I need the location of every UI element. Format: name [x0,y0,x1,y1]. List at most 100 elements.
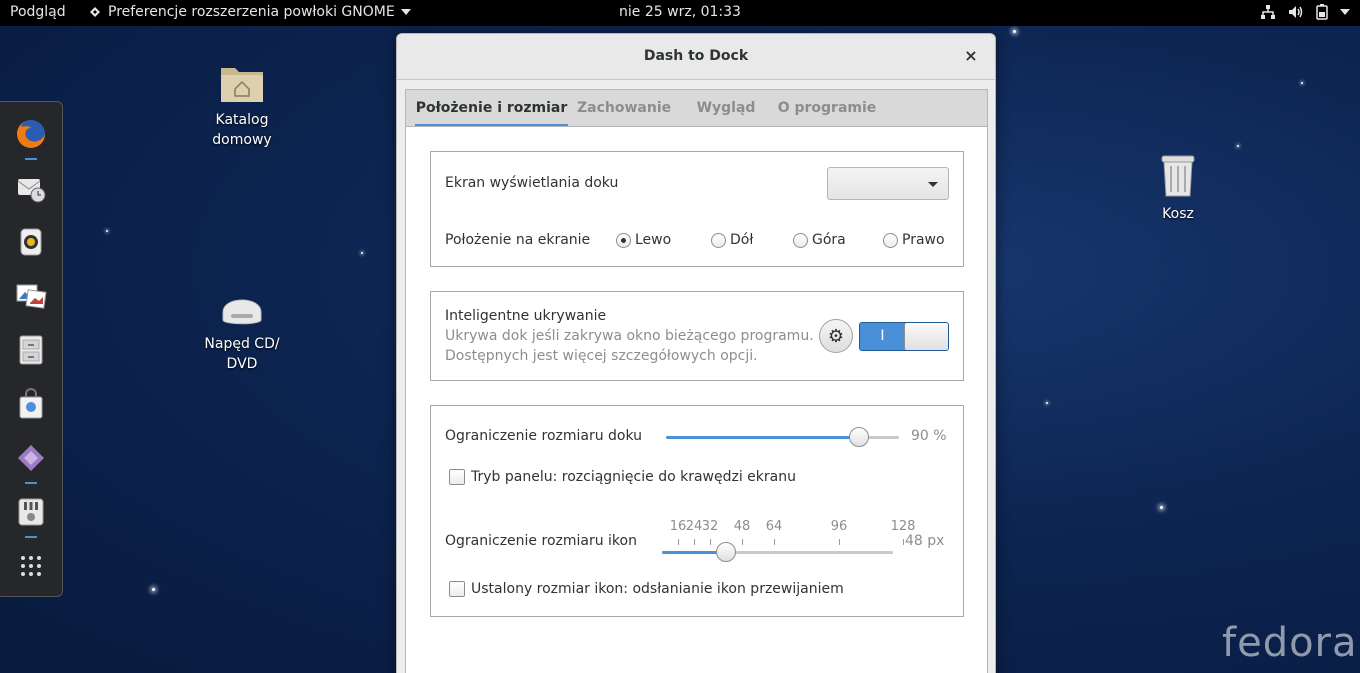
desktop-icon-label: Kosz [1162,206,1194,222]
radio-bottom[interactable]: Dół [711,232,753,248]
switch-on-label: I [880,328,885,344]
desktop-icon-label: Napęd CD/ DVD [204,336,280,372]
dock-item-photos[interactable] [13,278,49,314]
slider-fill [666,436,859,439]
star [1301,82,1303,84]
dock-item-firefox[interactable] [13,116,49,160]
radio-indicator [883,232,898,248]
icon-size-mark-label: 64 [765,519,783,534]
app-menu[interactable]: Preferencje rozszerzenia powłoki GNOME [88,4,411,20]
icon-size-tick [694,539,695,545]
close-button[interactable]: × [961,46,981,66]
titlebar[interactable]: Dash to Dock × [397,34,995,80]
tab-appearance[interactable]: Wygląd [690,90,762,127]
checkbox-box [449,581,465,597]
photos-icon [16,284,47,309]
dock-size-slider[interactable] [666,427,899,447]
star [152,588,155,591]
show-apps-icon [21,556,41,576]
slider-handle[interactable] [716,542,736,562]
trash-icon [1161,155,1195,197]
firefox-icon [17,120,45,148]
dock-item-mail[interactable] [13,170,49,206]
files-cabinet-icon [19,335,43,365]
desktop-icon-trash[interactable]: Kosz [1123,154,1233,224]
chevron-down-icon [400,9,411,15]
show-apps-button[interactable] [13,548,49,584]
star [1013,30,1016,33]
dock-item-software[interactable] [13,386,49,422]
icon-size-slider[interactable] [662,542,893,562]
star [1046,402,1048,404]
autohide-desc: Ukrywa dok jeśli zakrywa okno bieżącego … [445,328,814,344]
checkbox-label: Ustalony rozmiar ikon: odsłanianie ikon … [471,581,844,597]
radio-label: Góra [812,232,846,248]
icon-size-mark-label: 96 [830,519,848,534]
autohide-title: Inteligentne ukrywanie [445,308,607,324]
software-bag-icon [19,388,43,419]
chevron-down-icon [928,182,938,187]
dock-item-rhythmbox[interactable] [13,224,49,260]
star [106,230,108,232]
checkbox-label: Tryb panelu: rozciągnięcie do krawędzi e… [471,469,796,485]
battery-icon [1316,4,1328,20]
dock [0,101,63,597]
dock-size-value: 90 % [911,428,947,444]
panel-mode-checkbox[interactable]: Tryb panelu: rozciągnięcie do krawędzi e… [449,469,796,485]
window-title: Dash to Dock [643,48,749,64]
icon-size-tick [710,539,711,545]
autohide-settings-button[interactable]: ⚙ [819,319,853,353]
top-bar: Podgląd Preferencje rozszerzenia powłoki… [0,0,1360,26]
size-frame: Ograniczenie rozmiaru doku 90 % Tryb pan… [430,405,964,617]
mail-clock-icon [17,179,46,203]
icon-size-tick [839,539,840,545]
position-frame: Ekran wyświetlania doku Położenie na ekr… [430,151,964,267]
fixed-icon-size-checkbox[interactable]: Ustalony rozmiar ikon: odsłanianie ikon … [449,581,844,597]
tab-behavior[interactable]: Zachowanie [577,90,671,127]
home-folder-icon [221,68,263,102]
checkbox-box [449,469,465,485]
icon-size-label: Ograniczenie rozmiaru ikon [445,533,637,549]
icon-size-mark-label: 24 [685,519,703,534]
icon-size-mark-label: 48 [733,519,751,534]
volume-icon [1289,6,1303,18]
star [361,252,363,254]
star [1160,506,1163,509]
icon-size-tick [678,539,679,545]
icon-size-mark-label: 16 [669,519,687,534]
monitor-combo[interactable] [827,167,949,200]
desktop-icon-cd[interactable]: Napęd CD/ DVD [187,292,297,374]
fedora-watermark: fedora [1222,620,1358,666]
radio-left[interactable]: Lewo [616,232,671,248]
dock-item-files[interactable] [13,332,49,368]
dock-size-label: Ograniczenie rozmiaru doku [445,428,643,444]
app-menu-label: Preferencje rozszerzenia powłoki GNOME [108,4,395,20]
position-label: Położenie na ekranie [445,232,591,248]
autohide-frame: Inteligentne ukrywanie Ukrywa dok jeśli … [430,291,964,381]
chevron-down-icon [1340,9,1350,15]
activities-button[interactable]: Podgląd [10,4,66,20]
autohide-switch[interactable]: I [859,322,949,351]
tweaks-icon [18,498,44,526]
clock[interactable]: nie 25 wrz, 01:33 [619,4,741,20]
running-indicator [25,536,37,538]
switch-knob [904,323,948,350]
radio-right[interactable]: Prawo [883,232,945,248]
running-indicator [25,158,37,160]
radio-label: Dół [730,232,754,248]
desktop-icon-home[interactable]: Katalog domowy [187,62,297,150]
tab-position[interactable]: Położenie i rozmiar [415,90,568,127]
dock-item-tweaks[interactable] [13,494,49,538]
radio-top[interactable]: Góra [793,232,846,248]
puzzle-icon [90,7,100,17]
autohide-desc: Dostępnych jest więcej szczegółowych opc… [445,348,758,364]
running-indicator [25,482,37,484]
gear-icon: ⚙ [827,325,845,347]
dock-item-extensions[interactable] [13,440,49,484]
prefs-window: Dash to Dock × Położenie i rozmiar Zacho… [396,33,996,673]
slider-handle[interactable] [849,427,869,447]
extensions-icon [18,445,44,471]
icon-size-mark-label: 32 [701,519,719,534]
status-area[interactable] [1260,4,1350,20]
tab-about[interactable]: O programie [777,90,877,127]
